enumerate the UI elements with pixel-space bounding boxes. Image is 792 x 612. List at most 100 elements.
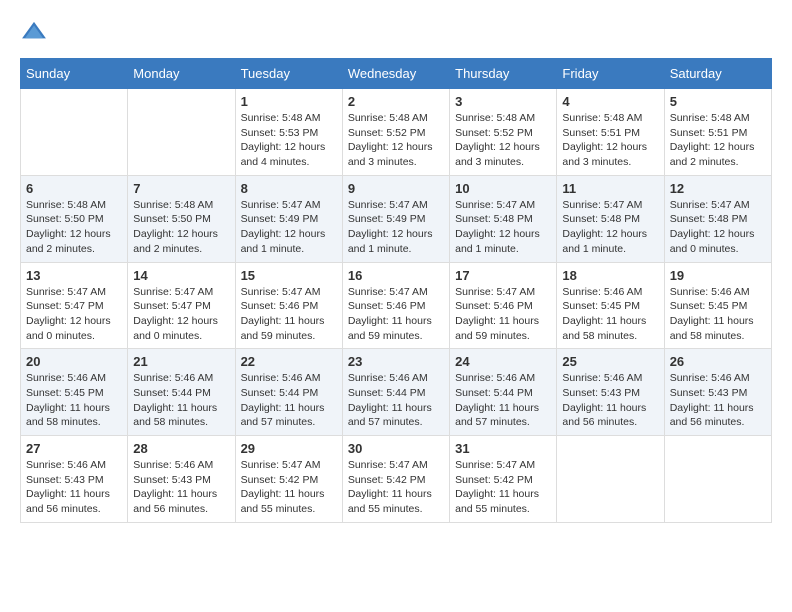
- header-monday: Monday: [128, 59, 235, 89]
- day-info: Sunrise: 5:46 AMSunset: 5:43 PMDaylight:…: [26, 458, 122, 517]
- day-info: Sunrise: 5:48 AMSunset: 5:51 PMDaylight:…: [670, 111, 766, 170]
- calendar-cell: 11 Sunrise: 5:47 AMSunset: 5:48 PMDayligh…: [557, 175, 664, 262]
- day-number: 19: [670, 268, 766, 283]
- calendar-cell: 21 Sunrise: 5:46 AMSunset: 5:44 PMDayligh…: [128, 349, 235, 436]
- day-info: Sunrise: 5:47 AMSunset: 5:49 PMDaylight:…: [348, 198, 444, 257]
- calendar-cell: 29 Sunrise: 5:47 AMSunset: 5:42 PMDayligh…: [235, 436, 342, 523]
- day-number: 5: [670, 94, 766, 109]
- day-number: 27: [26, 441, 122, 456]
- day-info: Sunrise: 5:47 AMSunset: 5:47 PMDaylight:…: [133, 285, 229, 344]
- day-info: Sunrise: 5:47 AMSunset: 5:46 PMDaylight:…: [455, 285, 551, 344]
- day-info: Sunrise: 5:47 AMSunset: 5:42 PMDaylight:…: [348, 458, 444, 517]
- day-info: Sunrise: 5:46 AMSunset: 5:44 PMDaylight:…: [348, 371, 444, 430]
- day-info: Sunrise: 5:47 AMSunset: 5:42 PMDaylight:…: [455, 458, 551, 517]
- header-wednesday: Wednesday: [342, 59, 449, 89]
- calendar-cell: 30 Sunrise: 5:47 AMSunset: 5:42 PMDayligh…: [342, 436, 449, 523]
- calendar-cell: [557, 436, 664, 523]
- calendar-cell: 25 Sunrise: 5:46 AMSunset: 5:43 PMDayligh…: [557, 349, 664, 436]
- day-number: 8: [241, 181, 337, 196]
- day-number: 28: [133, 441, 229, 456]
- day-info: Sunrise: 5:48 AMSunset: 5:52 PMDaylight:…: [455, 111, 551, 170]
- day-number: 12: [670, 181, 766, 196]
- calendar-cell: 5 Sunrise: 5:48 AMSunset: 5:51 PMDaylight…: [664, 89, 771, 176]
- day-info: Sunrise: 5:48 AMSunset: 5:53 PMDaylight:…: [241, 111, 337, 170]
- day-info: Sunrise: 5:46 AMSunset: 5:43 PMDaylight:…: [670, 371, 766, 430]
- header-friday: Friday: [557, 59, 664, 89]
- calendar-cell: 15 Sunrise: 5:47 AMSunset: 5:46 PMDayligh…: [235, 262, 342, 349]
- calendar-cell: 12 Sunrise: 5:47 AMSunset: 5:48 PMDayligh…: [664, 175, 771, 262]
- calendar-cell: 24 Sunrise: 5:46 AMSunset: 5:44 PMDayligh…: [450, 349, 557, 436]
- header-saturday: Saturday: [664, 59, 771, 89]
- day-info: Sunrise: 5:48 AMSunset: 5:51 PMDaylight:…: [562, 111, 658, 170]
- day-number: 18: [562, 268, 658, 283]
- day-number: 2: [348, 94, 444, 109]
- day-info: Sunrise: 5:47 AMSunset: 5:46 PMDaylight:…: [241, 285, 337, 344]
- day-info: Sunrise: 5:47 AMSunset: 5:42 PMDaylight:…: [241, 458, 337, 517]
- day-number: 21: [133, 354, 229, 369]
- day-number: 17: [455, 268, 551, 283]
- day-number: 10: [455, 181, 551, 196]
- calendar-cell: 17 Sunrise: 5:47 AMSunset: 5:46 PMDayligh…: [450, 262, 557, 349]
- day-number: 4: [562, 94, 658, 109]
- day-info: Sunrise: 5:46 AMSunset: 5:44 PMDaylight:…: [241, 371, 337, 430]
- calendar-cell: 9Sunrise: 5:47 AMSunset: 5:49 PMDaylight…: [342, 175, 449, 262]
- day-number: 7: [133, 181, 229, 196]
- day-info: Sunrise: 5:47 AMSunset: 5:46 PMDaylight:…: [348, 285, 444, 344]
- calendar-header-row: SundayMondayTuesdayWednesdayThursdayFrid…: [21, 59, 772, 89]
- calendar-cell: [21, 89, 128, 176]
- day-info: Sunrise: 5:47 AMSunset: 5:48 PMDaylight:…: [670, 198, 766, 257]
- day-number: 15: [241, 268, 337, 283]
- generalblue-logo-icon: [20, 20, 48, 42]
- day-info: Sunrise: 5:46 AMSunset: 5:45 PMDaylight:…: [26, 371, 122, 430]
- calendar-cell: 22 Sunrise: 5:46 AMSunset: 5:44 PMDayligh…: [235, 349, 342, 436]
- day-info: Sunrise: 5:47 AMSunset: 5:49 PMDaylight:…: [241, 198, 337, 257]
- header-thursday: Thursday: [450, 59, 557, 89]
- calendar-body: 1Sunrise: 5:48 AMSunset: 5:53 PMDaylight…: [21, 89, 772, 523]
- day-number: 11: [562, 181, 658, 196]
- calendar-cell: 13Sunrise: 5:47 AMSunset: 5:47 PMDayligh…: [21, 262, 128, 349]
- day-info: Sunrise: 5:46 AMSunset: 5:43 PMDaylight:…: [562, 371, 658, 430]
- page-header: [20, 20, 772, 42]
- calendar-cell: 31 Sunrise: 5:47 AMSunset: 5:42 PMDayligh…: [450, 436, 557, 523]
- day-info: Sunrise: 5:46 AMSunset: 5:44 PMDaylight:…: [455, 371, 551, 430]
- day-info: Sunrise: 5:47 AMSunset: 5:48 PMDaylight:…: [562, 198, 658, 257]
- day-number: 16: [348, 268, 444, 283]
- calendar-cell: 2Sunrise: 5:48 AMSunset: 5:52 PMDaylight…: [342, 89, 449, 176]
- calendar-cell: 8 Sunrise: 5:47 AMSunset: 5:49 PMDaylight…: [235, 175, 342, 262]
- day-info: Sunrise: 5:47 AMSunset: 5:48 PMDaylight:…: [455, 198, 551, 257]
- day-number: 20: [26, 354, 122, 369]
- calendar-cell: 23 Sunrise: 5:46 AMSunset: 5:44 PMDayligh…: [342, 349, 449, 436]
- calendar-cell: 6 Sunrise: 5:48 AMSunset: 5:50 PMDaylight…: [21, 175, 128, 262]
- day-info: Sunrise: 5:46 AMSunset: 5:45 PMDaylight:…: [670, 285, 766, 344]
- calendar-cell: 18 Sunrise: 5:46 AMSunset: 5:45 PMDayligh…: [557, 262, 664, 349]
- day-number: 30: [348, 441, 444, 456]
- calendar-cell: [664, 436, 771, 523]
- calendar-week-3: 20 Sunrise: 5:46 AMSunset: 5:45 PMDayligh…: [21, 349, 772, 436]
- calendar-cell: 16 Sunrise: 5:47 AMSunset: 5:46 PMDayligh…: [342, 262, 449, 349]
- header-sunday: Sunday: [21, 59, 128, 89]
- day-number: 31: [455, 441, 551, 456]
- calendar-cell: 27 Sunrise: 5:46 AMSunset: 5:43 PMDayligh…: [21, 436, 128, 523]
- calendar-cell: 26Sunrise: 5:46 AMSunset: 5:43 PMDayligh…: [664, 349, 771, 436]
- calendar-week-4: 27 Sunrise: 5:46 AMSunset: 5:43 PMDayligh…: [21, 436, 772, 523]
- calendar-cell: [128, 89, 235, 176]
- day-info: Sunrise: 5:46 AMSunset: 5:44 PMDaylight:…: [133, 371, 229, 430]
- day-number: 24: [455, 354, 551, 369]
- day-info: Sunrise: 5:46 AMSunset: 5:43 PMDaylight:…: [133, 458, 229, 517]
- day-number: 29: [241, 441, 337, 456]
- day-number: 6: [26, 181, 122, 196]
- calendar-cell: 4 Sunrise: 5:48 AMSunset: 5:51 PMDaylight…: [557, 89, 664, 176]
- calendar-cell: 28 Sunrise: 5:46 AMSunset: 5:43 PMDayligh…: [128, 436, 235, 523]
- day-number: 23: [348, 354, 444, 369]
- day-info: Sunrise: 5:48 AMSunset: 5:50 PMDaylight:…: [26, 198, 122, 257]
- day-info: Sunrise: 5:46 AMSunset: 5:45 PMDaylight:…: [562, 285, 658, 344]
- calendar-table: SundayMondayTuesdayWednesdayThursdayFrid…: [20, 58, 772, 523]
- calendar-week-1: 6 Sunrise: 5:48 AMSunset: 5:50 PMDaylight…: [21, 175, 772, 262]
- day-number: 13: [26, 268, 122, 283]
- calendar-cell: 14Sunrise: 5:47 AMSunset: 5:47 PMDayligh…: [128, 262, 235, 349]
- day-number: 3: [455, 94, 551, 109]
- calendar-cell: 7Sunrise: 5:48 AMSunset: 5:50 PMDaylight…: [128, 175, 235, 262]
- calendar-cell: 10 Sunrise: 5:47 AMSunset: 5:48 PMDayligh…: [450, 175, 557, 262]
- day-number: 25: [562, 354, 658, 369]
- day-number: 22: [241, 354, 337, 369]
